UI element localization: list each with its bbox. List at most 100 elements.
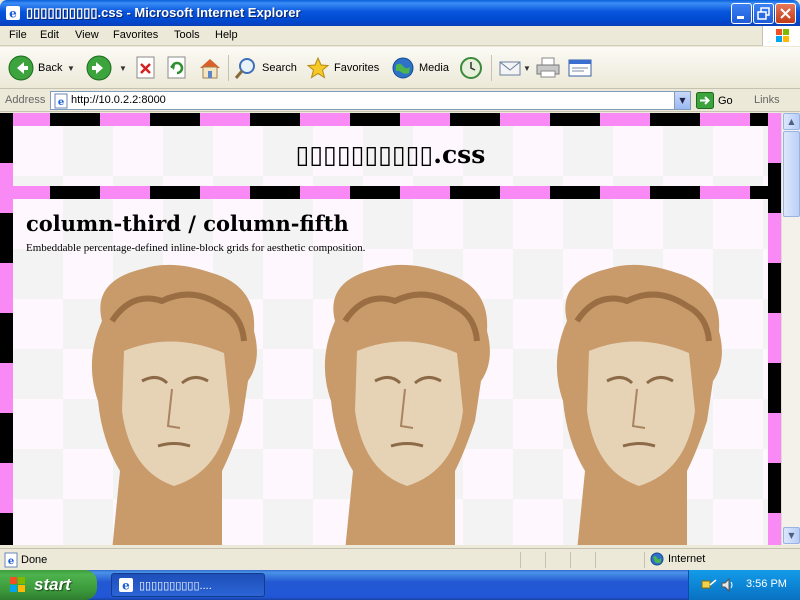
taskbar-item-label: ▯▯▯▯▯▯▯▯▯▯.... (139, 579, 212, 592)
page-content: ▯▯▯▯▯▯▯▯▯▯.css column-third / column-fif… (0, 113, 781, 545)
menu-favorites[interactable]: Favorites (113, 29, 158, 41)
forward-arrow-icon (86, 55, 112, 81)
greek-bust-image (556, 264, 722, 545)
vertical-scrollbar[interactable]: ▲ ▼ (781, 113, 800, 545)
start-button[interactable]: start (0, 570, 97, 600)
edit-page-icon (568, 59, 592, 77)
menu-file[interactable]: File (9, 29, 27, 41)
favorites-label: Favorites (334, 62, 380, 74)
status-divider (595, 552, 596, 568)
toolbar: Back ▼ ▼ Search Favorites Media ▼ (0, 47, 800, 89)
page-done-icon: e (4, 552, 18, 568)
window-title: ▯▯▯▯▯▯▯▯▯▯.css - Microsoft Internet Expl… (26, 5, 301, 20)
back-button[interactable]: Back (8, 53, 62, 83)
mail-dropdown-icon[interactable]: ▼ (523, 53, 531, 83)
menu-bar: File Edit View Favorites Tools Help (0, 26, 800, 46)
minimize-button[interactable] (731, 3, 752, 24)
back-arrow-icon (8, 55, 34, 81)
security-zone: Internet (650, 552, 705, 566)
scroll-thumb[interactable] (783, 131, 800, 217)
menu-edit[interactable]: Edit (40, 29, 59, 41)
toolbar-separator (491, 55, 492, 81)
zone-label: Internet (668, 553, 706, 565)
close-button[interactable] (775, 3, 796, 24)
address-label: Address (5, 94, 46, 106)
search-icon (234, 58, 255, 79)
scroll-up-button[interactable]: ▲ (783, 113, 800, 130)
address-bar: Address e http://10.0.2.2:8000 ▼ Go Link… (0, 89, 800, 112)
address-url: http://10.0.2.2:8000 (71, 94, 166, 106)
close-icon (780, 8, 791, 19)
windows-flag-icon (776, 29, 789, 42)
go-button[interactable]: Go (696, 92, 733, 109)
links-button[interactable]: Links (754, 94, 780, 106)
menu-view[interactable]: View (75, 29, 99, 41)
status-divider (644, 552, 645, 568)
search-button[interactable]: Search (234, 53, 297, 83)
status-bar: e Done Internet (0, 548, 800, 570)
svg-text:e: e (122, 579, 130, 593)
section-heading: column-third / column-fifth (26, 211, 349, 236)
svg-text:e: e (8, 556, 14, 567)
edit-button[interactable] (567, 53, 593, 83)
address-dropdown-icon[interactable]: ▼ (674, 92, 690, 109)
forward-button[interactable] (86, 53, 112, 83)
go-label: Go (718, 94, 733, 107)
toolbar-separator (228, 55, 229, 81)
system-tray: 3:56 PM (688, 570, 800, 600)
start-label: start (34, 575, 71, 594)
status-divider (545, 552, 546, 568)
status-divider (520, 552, 521, 568)
stop-button[interactable] (135, 53, 157, 83)
ie-icon: e (119, 578, 133, 593)
refresh-button[interactable] (166, 53, 188, 83)
volume-tray-icon[interactable] (720, 577, 736, 593)
minimize-icon (737, 16, 744, 19)
menu-help[interactable]: Help (215, 29, 238, 41)
home-button[interactable] (197, 53, 223, 83)
windows-flag-icon (10, 577, 25, 592)
taskbar: start e ▯▯▯▯▯▯▯▯▯▯.... 3:56 PM (0, 570, 800, 600)
taskbar-ie-window[interactable]: e ▯▯▯▯▯▯▯▯▯▯.... (111, 573, 265, 597)
svg-text:e: e (9, 7, 17, 21)
mail-button[interactable] (498, 53, 522, 83)
status-divider (570, 552, 571, 568)
status-text: Done (21, 554, 48, 566)
window-titlebar[interactable]: e ▯▯▯▯▯▯▯▯▯▯.css - Microsoft Internet Ex… (0, 0, 800, 26)
checker-border-left (0, 113, 13, 545)
checker-border-middle (0, 186, 781, 199)
clock[interactable]: 3:56 PM (746, 578, 787, 590)
greek-bust-image (324, 264, 490, 545)
home-icon (200, 59, 220, 79)
checker-border-top (0, 113, 781, 126)
favorites-button[interactable]: Favorites (306, 53, 379, 83)
restore-button[interactable] (753, 3, 774, 24)
address-input[interactable]: e http://10.0.2.2:8000 ▼ (50, 91, 691, 110)
stop-icon (136, 56, 155, 79)
refresh-icon (167, 56, 186, 79)
search-label: Search (262, 62, 297, 74)
media-globe-icon (392, 57, 414, 79)
media-label: Media (419, 62, 449, 74)
back-label: Back (38, 62, 63, 74)
section-description: Embeddable percentage-defined inline-blo… (26, 242, 366, 254)
windows-logo (762, 26, 800, 46)
printer-icon (536, 57, 560, 78)
menu-tools[interactable]: Tools (174, 29, 200, 41)
back-dropdown-icon[interactable]: ▼ (67, 53, 75, 83)
media-button[interactable]: Media (391, 53, 449, 83)
scroll-down-button[interactable]: ▼ (783, 527, 800, 544)
page-icon: e (54, 93, 68, 109)
mail-icon (499, 61, 521, 76)
history-button[interactable] (459, 53, 483, 83)
ie-icon: e (6, 6, 20, 21)
page-title: ▯▯▯▯▯▯▯▯▯▯.css (295, 140, 486, 169)
svg-text:e: e (58, 97, 64, 108)
history-clock-icon (460, 57, 482, 79)
print-button[interactable] (535, 53, 561, 83)
checker-border-right (768, 113, 781, 545)
network-tray-icon[interactable] (701, 577, 717, 593)
greek-bust-image (91, 264, 257, 545)
forward-dropdown-icon[interactable]: ▼ (119, 53, 127, 83)
go-arrow-icon (696, 92, 714, 109)
